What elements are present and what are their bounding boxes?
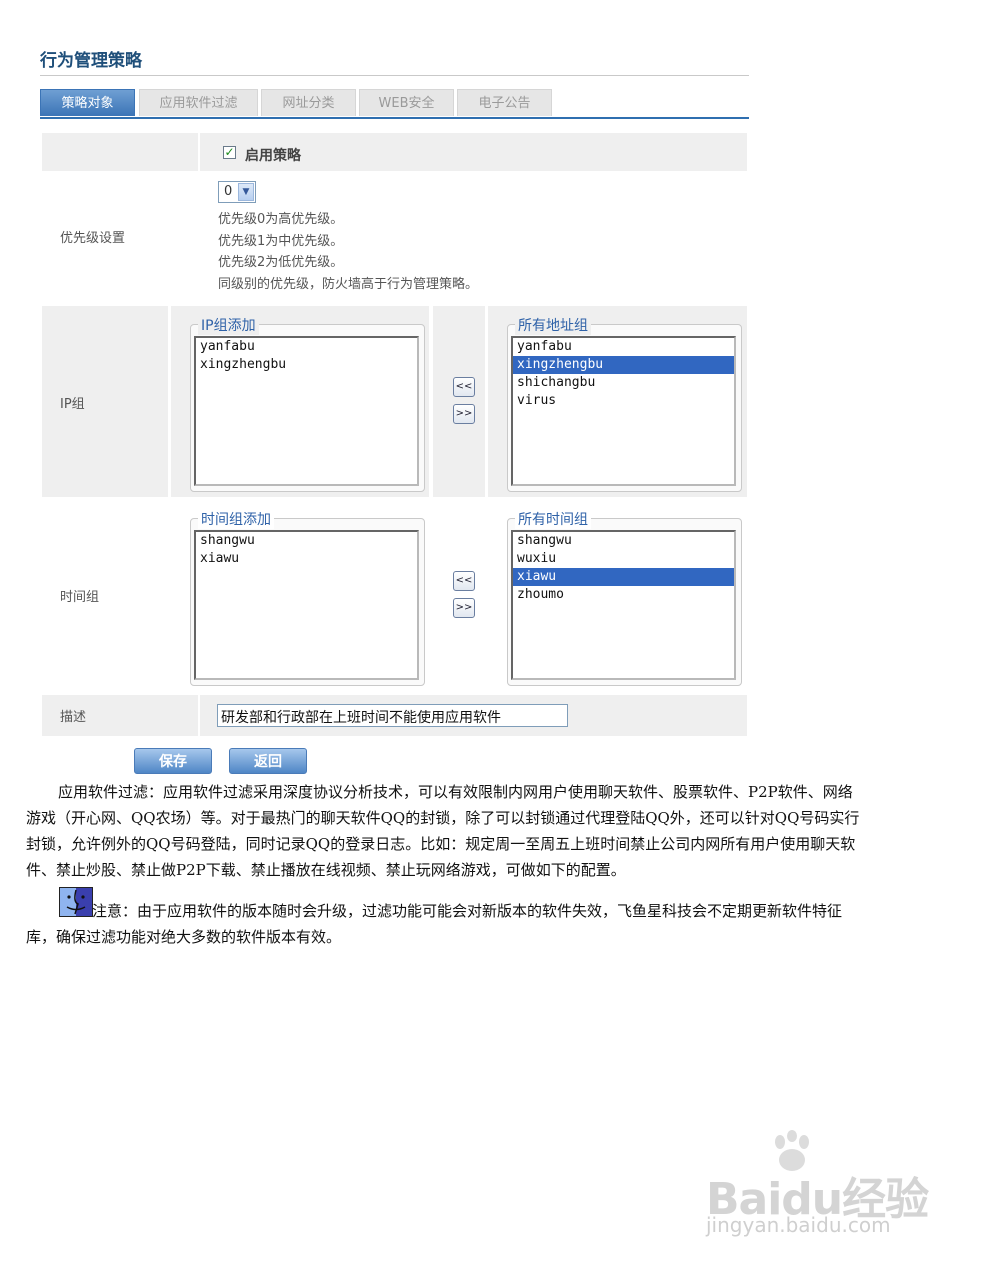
time-all-fieldset: 所有时间组 shangwu wuxiu xiawu zhoumo xyxy=(507,509,742,686)
tab-url-category[interactable]: 网址分类 xyxy=(261,89,356,116)
ip-added-legend: IP组添加 xyxy=(198,315,259,335)
description-label: 描述 xyxy=(60,710,87,725)
move-left-button[interactable]: << xyxy=(453,377,475,397)
move-right-button[interactable]: >> xyxy=(453,598,475,618)
note-paragraph: 注意：由于应用软件的版本随时会升级，过滤功能可能会对新版本的软件失效，飞鱼星科技… xyxy=(26,898,962,950)
article-paragraph: 应用软件过滤：应用软件过滤采用深度协议分析技术，可以有效限制内网用户使用聊天软件… xyxy=(26,779,962,883)
article-line: 应用软件过滤：应用软件过滤采用深度协议分析技术，可以有效限制内网用户使用聊天软件… xyxy=(58,783,853,801)
list-item[interactable]: zhoumo xyxy=(513,586,734,604)
ip-group-label: IP组 xyxy=(60,397,85,412)
time-group-label: 时间组 xyxy=(60,590,100,605)
priority-label: 优先级设置 xyxy=(60,231,126,246)
list-item-selected[interactable]: xingzhengbu xyxy=(513,356,734,374)
priority-hint: 同级别的优先级，防火墙高于行为管理策略。 xyxy=(218,277,479,292)
priority-hint: 优先级0为高优先级。 xyxy=(218,212,344,227)
tab-app-filter[interactable]: 应用软件过滤 xyxy=(139,89,258,116)
tab-web-security[interactable]: WEB安全 xyxy=(359,89,454,116)
note-line: 注意：由于应用软件的版本随时会升级，过滤功能可能会对新版本的软件失效，飞鱼星科技… xyxy=(92,902,843,920)
priority-hint: 优先级2为低优先级。 xyxy=(218,255,344,270)
ip-all-fieldset: 所有地址组 yanfabu xingzhengbu shichangbu vir… xyxy=(507,315,742,492)
move-right-button[interactable]: >> xyxy=(453,404,475,424)
description-input[interactable]: 研发部和行政部在上班时间不能使用应用软件 xyxy=(217,704,568,727)
enable-policy-checkbox[interactable]: ✓ xyxy=(223,146,236,159)
save-button[interactable]: 保存 xyxy=(134,748,212,774)
article-line: 游戏（开心网、QQ农场）等。对于最热门的聊天软件QQ的封锁，除了可以封锁通过代理… xyxy=(26,809,860,827)
article-line: 件、禁止炒股、禁止做P2P下载、禁止播放在线视频、禁止玩网络游戏，可做如下的配置… xyxy=(26,861,626,879)
ip-move-cell xyxy=(433,306,485,497)
baidu-watermark-url: jingyan.baidu.com xyxy=(706,1213,891,1237)
time-all-listbox[interactable]: shangwu wuxiu xiawu zhoumo xyxy=(511,530,736,680)
list-item-selected[interactable]: xiawu xyxy=(513,568,734,586)
note-line: 库，确保过滤功能对绝大多数的软件版本有效。 xyxy=(26,928,342,946)
list-item[interactable]: yanfabu xyxy=(513,338,734,356)
list-item[interactable]: shangwu xyxy=(196,532,417,550)
list-item[interactable]: virus xyxy=(513,392,734,410)
ip-all-listbox[interactable]: yanfabu xingzhengbu shichangbu virus xyxy=(511,336,736,486)
chevron-down-icon: ▼ xyxy=(238,183,254,201)
list-item[interactable]: shangwu xyxy=(513,532,734,550)
tab-policy-object[interactable]: 策略对象 xyxy=(40,89,135,116)
article-line: 封锁，允许例外的QQ号码登陆，同时记录QQ的登录日志。比如：规定周一至周五上班时… xyxy=(26,835,856,853)
time-all-legend: 所有时间组 xyxy=(515,509,591,529)
list-item[interactable]: xiawu xyxy=(196,550,417,568)
time-added-fieldset: 时间组添加 shangwu xiawu xyxy=(190,509,425,686)
ip-added-fieldset: IP组添加 yanfabu xingzhengbu xyxy=(190,315,425,492)
title-divider xyxy=(40,75,749,76)
tab-bar: 策略对象 应用软件过滤 网址分类 WEB安全 电子公告 xyxy=(40,89,749,119)
move-left-button[interactable]: << xyxy=(453,571,475,591)
list-item[interactable]: wuxiu xyxy=(513,550,734,568)
ip-all-legend: 所有地址组 xyxy=(515,315,591,335)
enable-policy-label: 启用策略 xyxy=(245,148,301,164)
priority-select[interactable]: 0 ▼ xyxy=(218,181,256,203)
ip-added-listbox[interactable]: yanfabu xingzhengbu xyxy=(194,336,419,486)
paw-icon xyxy=(770,1130,816,1180)
time-added-legend: 时间组添加 xyxy=(198,509,274,529)
list-item[interactable]: yanfabu xyxy=(196,338,417,356)
list-item[interactable]: shichangbu xyxy=(513,374,734,392)
list-item[interactable]: xingzhengbu xyxy=(196,356,417,374)
priority-hint: 优先级1为中优先级。 xyxy=(218,234,344,249)
page-title: 行为管理策略 xyxy=(40,51,142,71)
enable-row-label-cell xyxy=(42,133,198,171)
time-added-listbox[interactable]: shangwu xiawu xyxy=(194,530,419,680)
tab-bulletin[interactable]: 电子公告 xyxy=(457,89,552,116)
priority-value: 0 xyxy=(224,184,233,199)
back-button[interactable]: 返回 xyxy=(229,748,307,774)
